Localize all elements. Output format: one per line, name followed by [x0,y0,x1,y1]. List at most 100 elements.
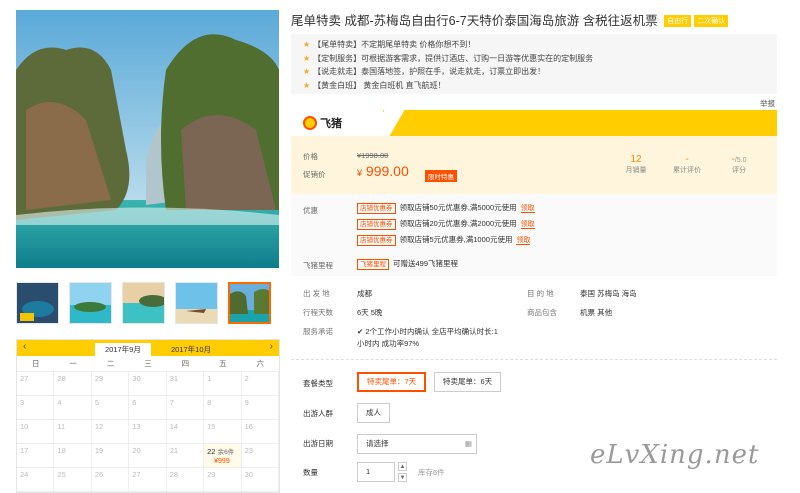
thumbnail-4[interactable] [175,282,218,324]
package-label: 套餐类型 [303,379,333,388]
calendar-day-number: 22 [207,447,216,456]
service-label: 服务承诺 [303,327,333,336]
claim-coupon-link[interactable]: 领取 [520,221,535,229]
package-option-7days[interactable]: 特卖尾单：7天 [357,372,427,392]
promotions-label: 优惠 [303,206,318,215]
date-placeholder: 请选择 [366,439,389,448]
calendar-day[interactable]: 4 [54,396,92,420]
thumbnail-5-selected[interactable] [228,282,271,324]
calendar-day[interactable]: 14 [166,420,205,444]
calendar-day[interactable]: 12 [91,420,130,444]
highlight-item: ★ 【定制服务】可根据游客需求，提供订酒店、订购一日游等优惠实在的定制服务 [303,53,594,63]
weekday-label: 六 [256,359,265,368]
package-option-6days[interactable]: 特卖尾单：6天 [434,372,502,392]
calendar-day[interactable]: 20 [129,444,167,468]
dest-value: 泰国 苏梅岛 海岛 [580,289,637,298]
mileage-label: 飞猪里程 [303,261,333,270]
promotions-panel: 优惠 店铺优惠券 领取店铺50元优惠券,满5000元使用 领取 店铺优惠券 领取店铺2… [291,194,777,276]
dest-label: 目 的 地 [527,289,554,298]
calendar-day[interactable]: 30 [241,468,279,492]
calendar-day[interactable]: 16 [241,420,279,444]
calendar-icon: ▦ [464,439,472,448]
tag-free-travel: 自由行 [664,15,692,27]
calendar-day[interactable]: 25 [54,468,92,492]
calendar-day[interactable]: 15 [204,420,242,444]
prev-month-icon[interactable]: ‹ [23,341,26,352]
calendar-day[interactable]: 27 [17,372,55,396]
product-title-text: 尾单特卖 成都-苏梅岛自由行6-7天特价泰国海岛旅游 含税往返机票 [291,14,658,28]
includes-label: 商品包含 [527,308,557,317]
calendar-weekdays: 日 一 二 三 四 五 六 [17,356,279,372]
calendar-day[interactable]: 21 [166,444,205,468]
calendar-day[interactable]: 8 [204,396,242,420]
quantity-input[interactable]: 1 [357,462,395,482]
service-promise: ✔ 2个工作小时内确认 全店平均确认时长:1 小时内 成功率97% [357,327,498,348]
quantity-label: 数量 [303,468,318,477]
stock-count: 库存6件 [418,468,445,477]
claim-coupon-link[interactable]: 领取 [520,205,535,213]
weekday-label: 日 [31,359,40,368]
calendar-grid: 27 28 29 30 31 1 2 3 4 5 6 7 8 9 10 11 12 13 14 15 16 17 18 19 2… [17,372,279,492]
calendar-day[interactable]: 6 [129,396,167,420]
calendar-day[interactable]: 13 [129,420,167,444]
star-icon: ★ [303,80,311,90]
divider [291,359,777,360]
calendar-day[interactable]: 10 [17,420,55,444]
calendar-day[interactable]: 27 [129,468,167,492]
star-icon: ★ [303,67,311,76]
calendar-day[interactable]: 7 [166,396,205,420]
thumbnail-1[interactable] [16,282,59,324]
claim-coupon-link[interactable]: 领取 [516,237,531,245]
fliggy-logo-icon [303,116,317,130]
calendar-day-price: ¥999 [214,458,230,465]
calendar-day-available[interactable]: 22 余6件 ¥999 [204,444,242,468]
calendar-day[interactable]: 17 [17,444,55,468]
calendar-day[interactable]: 28 [54,372,92,396]
next-month-icon[interactable]: › [270,341,273,352]
calendar-day[interactable]: 29 [91,372,130,396]
month-tab-sep[interactable]: 2017年9月 [95,343,151,357]
calendar-day[interactable]: 29 [204,468,242,492]
weekday-label: 二 [106,359,115,368]
star-icon: ★ [303,40,311,49]
thumbnail-3[interactable] [122,282,165,324]
promo-price-label: 促销价 [303,170,326,179]
site-watermark: eLvXing.net [590,440,760,470]
thumbnail-2[interactable] [69,282,112,324]
tag-second-confirm: 二次确认 [694,15,729,27]
calendar-day[interactable]: 28 [166,468,205,492]
calendar-day[interactable]: 31 [166,372,205,396]
crowd-option-adult[interactable]: 成人 [357,403,390,423]
crowd-label: 出游人群 [303,409,333,418]
month-tab-oct[interactable]: 2017年10月 [161,343,221,357]
main-product-photo [16,10,279,268]
coupon-row: 店铺优惠券 领取店铺20元优惠券,满2000元使用 领取 [357,218,535,230]
coupon-row: 店铺优惠券 领取店铺50元优惠券,满5000元使用 领取 [357,202,535,214]
calendar-day[interactable]: 9 [241,396,279,420]
quantity-decrease[interactable]: ▼ [398,473,407,482]
date-label: 出游日期 [303,439,333,448]
calendar-day[interactable]: 23 [241,444,279,468]
highlights-box: ★ 【尾单特卖】不定期尾单特卖 价格你想不到！ ★ 【定制服务】可根据游客需求，提供… [291,34,777,94]
calendar-day-stock: 余6件 [217,449,235,456]
from-value: 成都 [357,289,372,298]
stat-reviews[interactable]: - 累计评价 [667,154,707,175]
calendar-day[interactable]: 26 [91,468,130,492]
report-link[interactable]: 举报 [760,98,775,109]
calendar-day[interactable]: 18 [54,444,92,468]
limited-offer-badge: 限时特惠 [425,170,457,182]
weekday-label: 五 [219,359,227,368]
quantity-increase[interactable]: ▲ [398,462,407,471]
calendar-day[interactable]: 3 [17,396,55,420]
star-icon: ★ [303,53,311,63]
calendar-day[interactable]: 1 [204,372,242,396]
calendar-day[interactable]: 30 [129,372,167,396]
calendar-day[interactable]: 11 [54,420,92,444]
highlight-item: ★ 【说走就走】泰国落地签，护照在手，说走就走，订票立即出发！ [303,67,546,76]
calendar-day[interactable]: 2 [241,372,279,396]
travel-date-picker[interactable]: 请选择 ▦ [357,434,477,454]
brand-bar: 飞猪 [291,110,777,136]
calendar-day[interactable]: 24 [17,468,55,492]
calendar-day[interactable]: 19 [91,444,130,468]
calendar-day[interactable]: 5 [91,396,130,420]
